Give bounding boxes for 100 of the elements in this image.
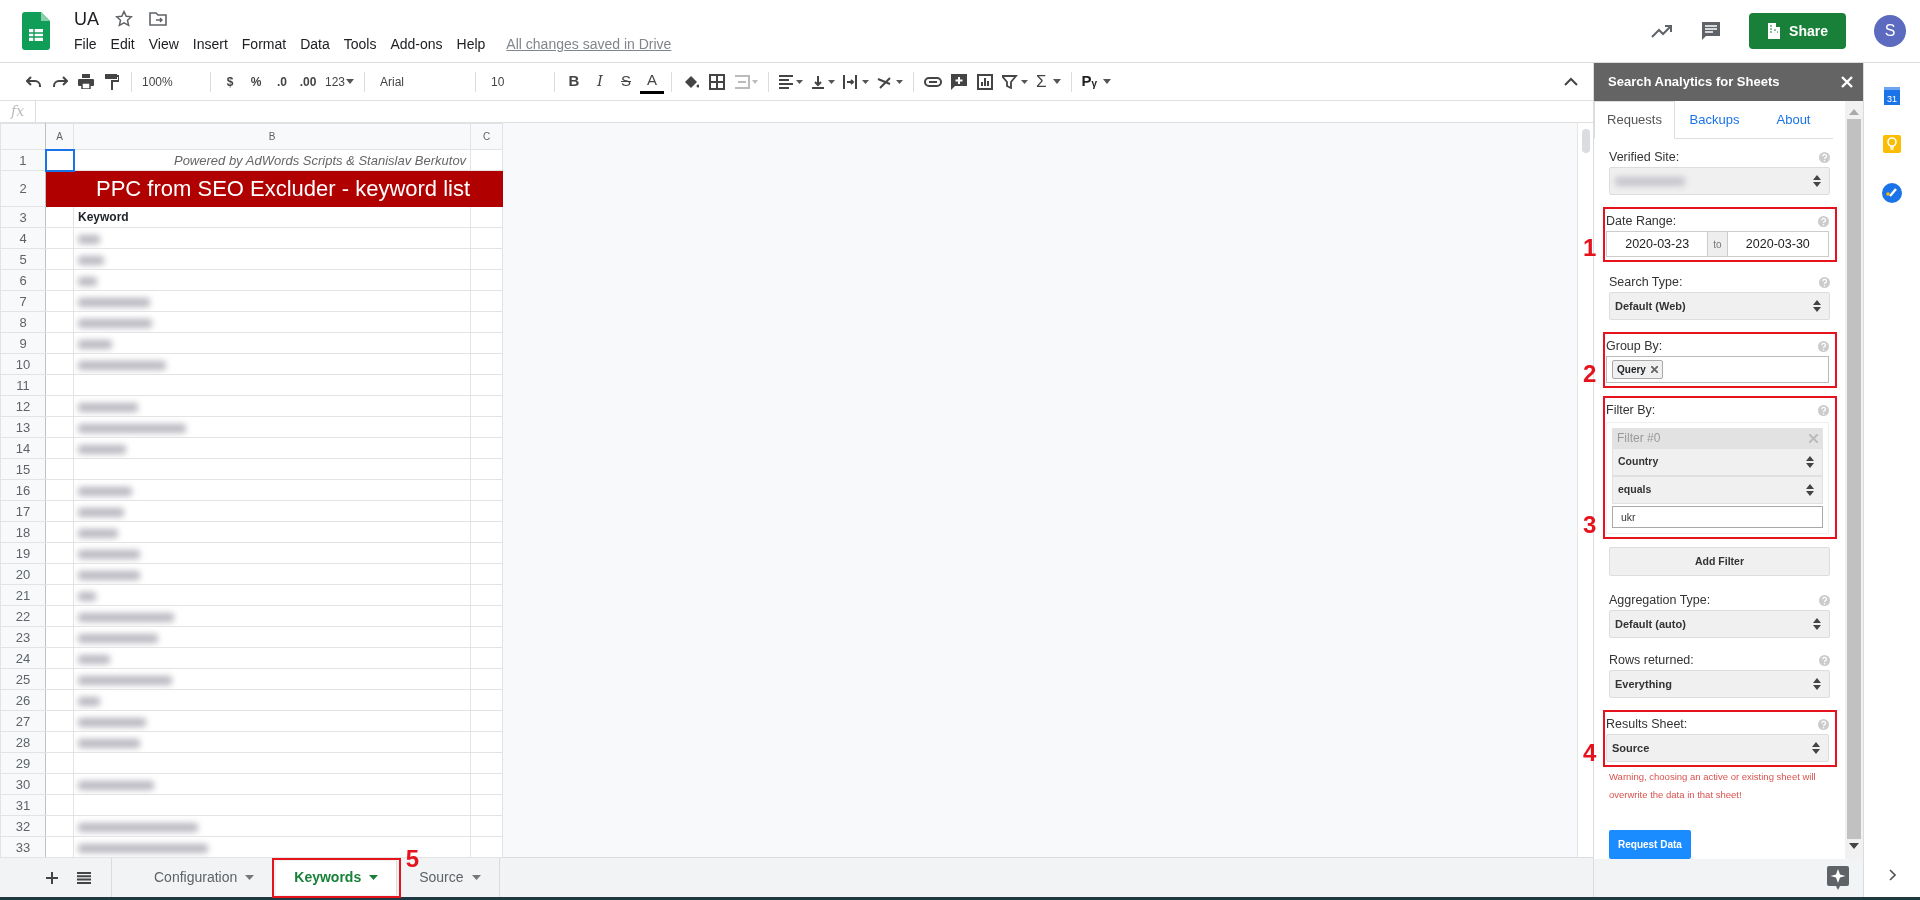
row-header[interactable]: 15 (0, 458, 46, 480)
field-label: Date Range: (1606, 212, 1677, 230)
functions-button[interactable]: Σ (1033, 68, 1064, 95)
tasks-check-icon[interactable] (1882, 183, 1902, 203)
blurred-text (78, 549, 140, 559)
blurred-text (78, 276, 97, 286)
row-header[interactable]: 22 (0, 605, 46, 627)
row-header[interactable]: 20 (0, 563, 46, 585)
row-header[interactable]: 3 (0, 206, 46, 228)
select-field[interactable] (1609, 167, 1830, 195)
row-header[interactable]: 29 (0, 752, 46, 774)
menu-item[interactable]: File (67, 33, 104, 55)
row-header[interactable]: 10 (0, 353, 46, 375)
decrease-decimals-button[interactable]: .0 (270, 68, 294, 95)
row-header[interactable]: 21 (0, 584, 46, 606)
row-header[interactable]: 14 (0, 437, 46, 459)
row-header[interactable]: 9 (0, 332, 46, 354)
menu-item[interactable]: Add-ons (383, 33, 450, 55)
column-header[interactable]: A (45, 123, 74, 150)
add-filter-button[interactable]: Add Filter (1609, 547, 1830, 576)
select-field[interactable]: Default (Web) (1609, 292, 1830, 320)
annotation-number: 1 (1583, 236, 1597, 260)
tag-chip[interactable]: Query (1612, 360, 1663, 379)
bold-button[interactable]: B (562, 68, 587, 95)
row-header[interactable]: 26 (0, 689, 46, 711)
select-field[interactable]: Country (1612, 448, 1823, 476)
text-field[interactable]: ukr (1612, 506, 1823, 528)
row-header[interactable]: 5 (0, 248, 46, 270)
row-header[interactable]: 27 (0, 710, 46, 732)
row-header[interactable]: 33 (0, 836, 46, 858)
menu-item[interactable]: Format (234, 33, 294, 55)
menu-item[interactable]: Insert (185, 33, 235, 55)
zoom-select[interactable]: 100% (139, 68, 203, 95)
text-color-button[interactable]: A (640, 69, 665, 94)
share-button[interactable]: Share (1749, 13, 1846, 49)
row-header[interactable]: 16 (0, 479, 46, 501)
calendar-icon[interactable]: 31 (1884, 87, 1900, 105)
panel-tab[interactable]: Backups (1675, 101, 1754, 138)
strikethrough-button[interactable]: S (614, 68, 639, 95)
explore-icon[interactable] (1827, 866, 1849, 890)
blurred-text (78, 444, 126, 454)
increase-decimals-button[interactable]: .00 (296, 68, 320, 95)
folder-icon[interactable] (149, 10, 167, 27)
row-header[interactable]: 18 (0, 521, 46, 543)
borders-icon (709, 73, 726, 90)
row-header[interactable]: 31 (0, 794, 46, 816)
blurred-text (78, 570, 140, 580)
currency-button[interactable]: $ (218, 68, 242, 95)
row-header[interactable]: 19 (0, 542, 46, 564)
panel-tab[interactable]: Requests (1594, 101, 1675, 139)
column-header[interactable]: B (73, 123, 471, 150)
menu-item[interactable]: Data (293, 33, 337, 55)
menu-item[interactable]: Edit (103, 33, 142, 55)
row-header[interactable]: 2 (0, 170, 46, 207)
tag-input-field[interactable]: Query (1606, 356, 1829, 383)
menu-item[interactable]: Tools (336, 33, 384, 55)
remove-icon[interactable] (1650, 366, 1658, 373)
select-field[interactable]: Default (auto) (1609, 610, 1830, 638)
sheet-tab[interactable]: Keywords (276, 860, 398, 895)
more-formats-button[interactable]: 123 (322, 68, 358, 95)
select-field[interactable]: Source (1606, 734, 1829, 762)
percent-button[interactable]: % (244, 68, 268, 95)
select-field[interactable]: equals (1612, 476, 1823, 504)
filter-title: Filter #0 (1617, 430, 1661, 447)
row-header[interactable]: 25 (0, 668, 46, 690)
row-header[interactable]: 13 (0, 416, 46, 438)
corner-cell[interactable] (0, 123, 46, 150)
row-header[interactable]: 11 (0, 374, 46, 396)
column-header[interactable]: C (470, 123, 503, 150)
row-header[interactable]: 7 (0, 290, 46, 312)
row-header[interactable]: 6 (0, 269, 46, 291)
row-header[interactable]: 24 (0, 647, 46, 669)
font-select[interactable]: Arial (372, 68, 469, 95)
trend-icon[interactable] (1651, 24, 1674, 38)
request-data-button[interactable]: Request Data (1609, 830, 1691, 859)
scrollbar[interactable] (1845, 101, 1863, 859)
row-header[interactable]: 30 (0, 773, 46, 795)
star-icon[interactable] (115, 9, 133, 28)
menu-item[interactable]: Help (449, 33, 493, 55)
row-header[interactable]: 23 (0, 626, 46, 648)
row-header[interactable]: 4 (0, 227, 46, 249)
font-size-select[interactable]: 10 (483, 68, 548, 95)
undo-icon (26, 75, 42, 88)
italic-button[interactable]: I (588, 68, 613, 95)
row-header[interactable]: 12 (0, 395, 46, 417)
row-header[interactable]: 32 (0, 815, 46, 837)
row-header[interactable]: 17 (0, 500, 46, 522)
row-header[interactable]: 1 (0, 149, 46, 171)
row-header[interactable]: 28 (0, 731, 46, 753)
account-avatar[interactable]: S (1874, 15, 1906, 47)
row-header[interactable]: 8 (0, 311, 46, 333)
field-label: Search Type: (1609, 273, 1683, 291)
menu-item[interactable]: View (141, 33, 186, 55)
save-status-link[interactable]: All changes saved in Drive (506, 33, 672, 55)
panel-tab[interactable]: About (1754, 101, 1833, 138)
chevron-right-icon[interactable] (1888, 869, 1896, 881)
addon-button[interactable]: Pᵧ (1078, 68, 1114, 95)
select-field[interactable]: Everything (1609, 670, 1830, 698)
comment-icon[interactable] (1701, 21, 1722, 41)
blurred-text (78, 297, 150, 307)
